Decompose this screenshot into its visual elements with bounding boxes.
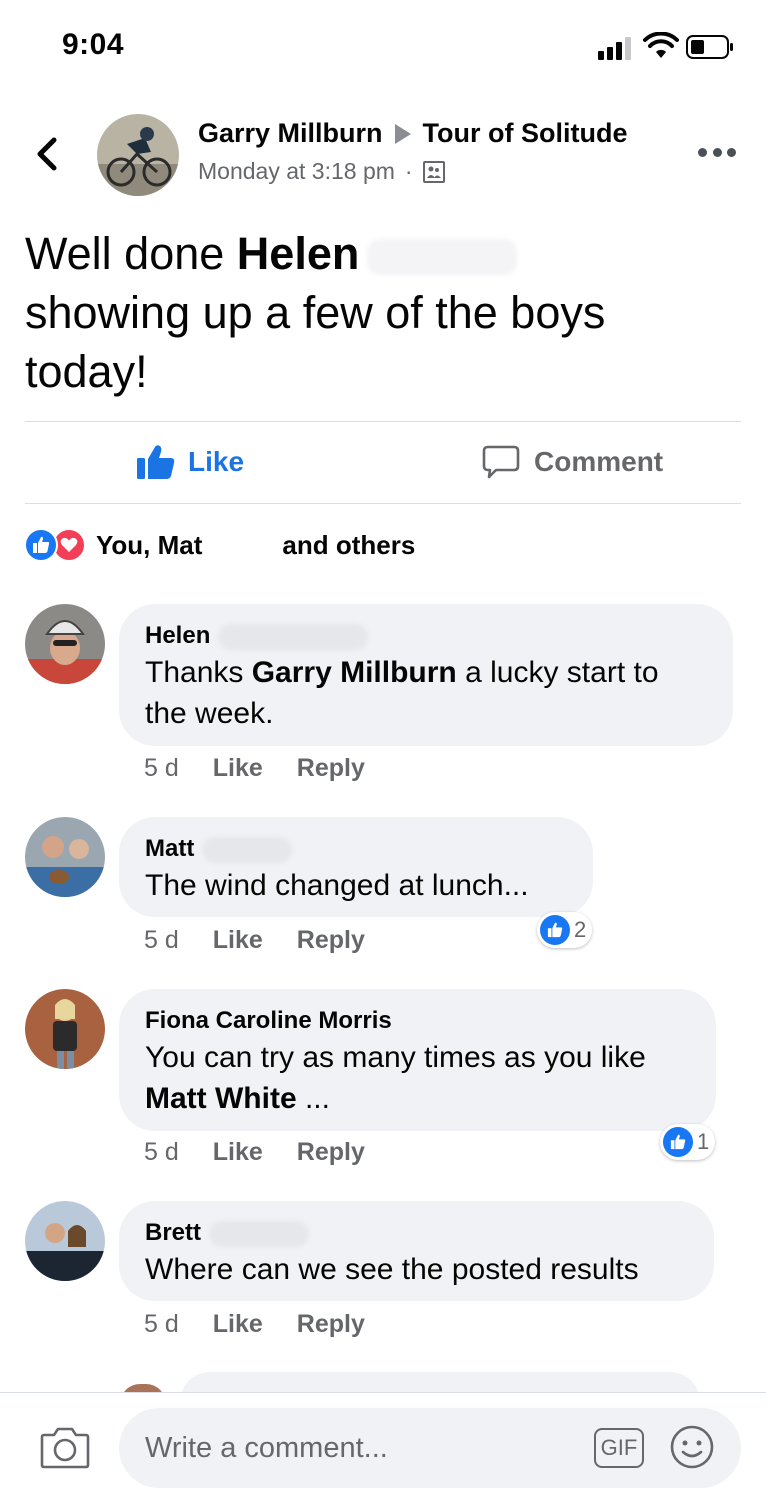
post-header-title: Garry Millburn Tour of Solitude xyxy=(198,118,628,149)
comment-like-button[interactable]: Like xyxy=(213,1310,263,1339)
redacted-text xyxy=(218,623,369,650)
post-mention[interactable]: Helen xyxy=(237,228,360,279)
divider-bottom xyxy=(25,503,741,504)
wifi-icon xyxy=(643,32,679,58)
redacted-text xyxy=(202,836,293,863)
redacted-text xyxy=(367,239,518,276)
group-name[interactable]: Tour of Solitude xyxy=(423,118,628,149)
status-time: 9:04 xyxy=(62,28,125,61)
comment-meta: 5 d Like Reply xyxy=(144,1310,365,1339)
comment-body: The wind changed at lunch... xyxy=(145,869,529,902)
comment-bubble: Brett Where can we see the posted result… xyxy=(119,1201,714,1301)
comment-time[interactable]: 5 d xyxy=(144,926,179,955)
comment-like-button[interactable]: Like xyxy=(213,754,263,783)
comment-like-button[interactable]: Like xyxy=(213,926,263,955)
gif-icon[interactable]: GIF xyxy=(594,1428,644,1468)
reaction-count: 1 xyxy=(697,1129,710,1154)
signal-icon xyxy=(598,36,634,60)
comment-avatar[interactable] xyxy=(25,817,105,897)
comment-reply-button[interactable]: Reply xyxy=(297,926,365,955)
triangle-icon xyxy=(394,123,411,144)
post-meta: Monday at 3:18 pm · xyxy=(198,158,445,185)
reactions-text-names: You, Mat xyxy=(96,529,203,560)
comment-mention[interactable]: Matt White xyxy=(145,1082,297,1115)
like-button[interactable]: Like xyxy=(136,444,244,480)
comment-author[interactable]: Fiona Caroline Morris xyxy=(145,1005,690,1037)
post-timestamp[interactable]: Monday at 3:18 pm xyxy=(198,158,395,185)
comment-input[interactable] xyxy=(119,1408,741,1488)
comment-meta: 5 d Like Reply xyxy=(144,754,365,783)
back-chevron-icon[interactable] xyxy=(30,136,64,172)
author-name[interactable]: Garry Millburn xyxy=(198,118,383,149)
reactions-summary[interactable]: You, Mat and others xyxy=(24,528,415,562)
author-avatar[interactable] xyxy=(97,114,179,196)
more-icon[interactable] xyxy=(698,148,736,160)
comment-like-button[interactable]: Like xyxy=(213,1138,263,1167)
comment-body: Thanks Garry Millburn a lucky start to t… xyxy=(145,656,659,730)
comment-button[interactable]: Comment xyxy=(482,444,663,480)
like-label: Like xyxy=(188,446,245,477)
battery-icon xyxy=(686,35,733,59)
meta-separator: · xyxy=(404,158,413,184)
like-reaction-icon xyxy=(24,528,58,562)
comment-reply-button[interactable]: Reply xyxy=(297,754,365,783)
comment-time[interactable]: 5 d xyxy=(144,754,179,783)
like-reaction-icon xyxy=(663,1127,693,1157)
post-text-part1: Well done xyxy=(25,228,237,279)
comment-author[interactable]: Matt xyxy=(145,833,567,865)
camera-icon[interactable] xyxy=(40,1425,90,1469)
divider-top xyxy=(25,421,741,422)
comment-reaction-badge[interactable]: 1 xyxy=(660,1124,716,1160)
emoji-icon[interactable] xyxy=(669,1424,715,1470)
comment-label: Comment xyxy=(534,446,664,477)
status-bar: 9:04 xyxy=(0,0,766,96)
comment-avatar[interactable] xyxy=(25,989,105,1069)
comment-author[interactable]: Brett xyxy=(145,1217,688,1249)
comment-bubble: Fiona Caroline Morris You can try as man… xyxy=(119,989,716,1131)
comment-body: You can try as many times as you like Ma… xyxy=(145,1041,646,1115)
comment-time[interactable]: 5 d xyxy=(144,1138,179,1167)
comment-bubble: Matt The wind changed at lunch... xyxy=(119,817,593,917)
comment-reply-button[interactable]: Reply xyxy=(297,1138,365,1167)
comment-time[interactable]: 5 d xyxy=(144,1310,179,1339)
like-thumb-icon xyxy=(137,445,175,479)
post-text: Well done Helen showing up a few of the … xyxy=(25,224,725,401)
comment-author[interactable]: Helen xyxy=(145,620,707,652)
group-icon xyxy=(422,160,445,183)
post-text-part2: showing up a few of the boys today! xyxy=(25,287,606,397)
redacted-text xyxy=(209,1220,310,1247)
comment-bubble: Helen Thanks Garry Millburn a lucky star… xyxy=(119,604,733,746)
comment-meta: 5 d Like Reply xyxy=(144,926,365,955)
comment-meta: 5 d Like Reply xyxy=(144,1138,365,1167)
comment-avatar[interactable] xyxy=(25,604,105,684)
like-reaction-icon xyxy=(540,915,570,945)
reaction-count: 2 xyxy=(574,917,587,942)
comment-mention[interactable]: Garry Millburn xyxy=(252,656,457,689)
comment-avatar[interactable] xyxy=(25,1201,105,1281)
comment-body: Where can we see the posted results xyxy=(145,1253,639,1286)
comment-icon xyxy=(482,445,520,479)
comment-reply-button[interactable]: Reply xyxy=(297,1310,365,1339)
comment-reaction-badge[interactable]: 2 xyxy=(537,912,593,948)
reactions-text-others: and others xyxy=(282,529,416,560)
